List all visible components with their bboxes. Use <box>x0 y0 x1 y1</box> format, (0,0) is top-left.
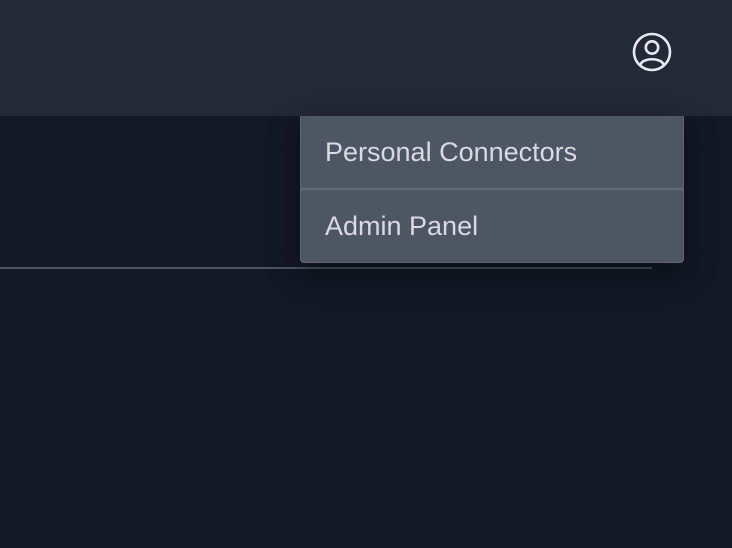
content-divider <box>0 267 652 269</box>
menu-item-label: Personal Connectors <box>325 136 578 167</box>
menu-item-admin-panel[interactable]: Admin Panel <box>301 188 683 262</box>
user-menu-button[interactable] <box>630 30 674 74</box>
user-dropdown-menu: Personal Connectors Admin Panel <box>300 116 684 263</box>
menu-item-personal-connectors[interactable]: Personal Connectors <box>301 116 683 188</box>
top-bar <box>0 0 732 116</box>
menu-item-label: Admin Panel <box>325 210 479 241</box>
user-circle-icon <box>632 32 672 72</box>
